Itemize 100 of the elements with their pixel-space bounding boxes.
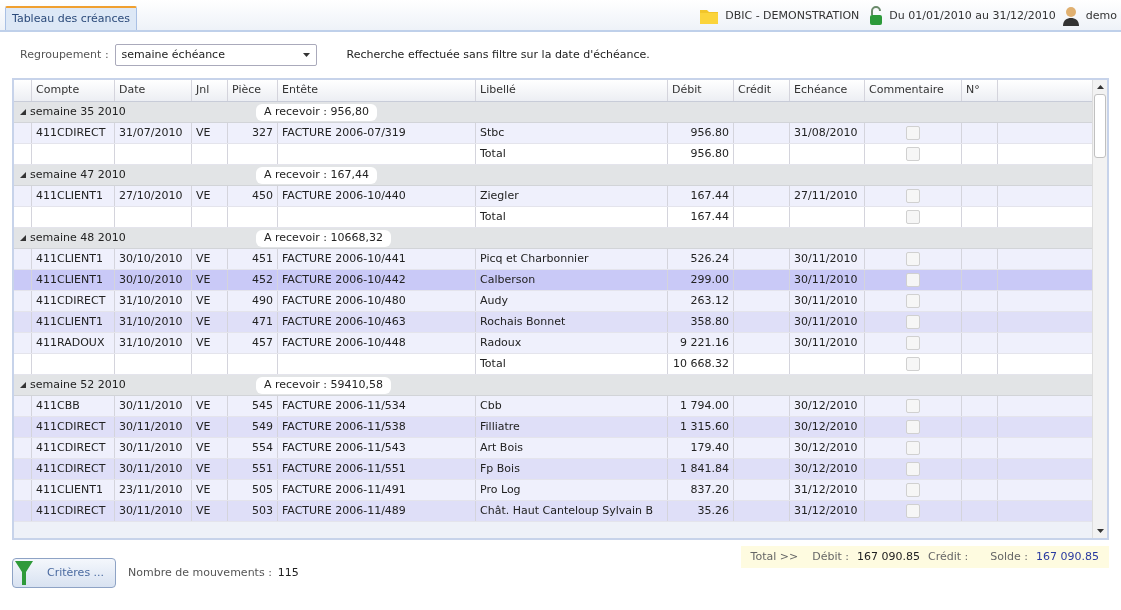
header-cell-text: FACTURE 2006-11/543 xyxy=(282,439,406,456)
date-cell-text: 31/10/2010 xyxy=(119,334,183,351)
label-cell-text: Pro Log xyxy=(480,481,521,498)
debit-cell-text: 179.40 xyxy=(690,439,729,456)
movement-count-label: Nombre de mouvements : xyxy=(128,564,272,581)
column-header[interactable]: Jnl xyxy=(192,80,228,101)
due-date-cell-text: 31/12/2010 xyxy=(794,502,858,519)
label-cell-text: Art Bois xyxy=(480,439,523,456)
table-row[interactable]: Total 10 668.32 xyxy=(14,354,1092,375)
column-header[interactable]: Entête xyxy=(278,80,476,101)
column-header[interactable]: Débit xyxy=(668,80,734,101)
group-row[interactable]: semaine 52 2010 A recevoir : 59410,58 xyxy=(14,375,1092,396)
total-label: Total xyxy=(480,145,506,162)
account-cell-text: 411CLIENT1 xyxy=(36,271,103,288)
table-row[interactable]: 411CLIENT1 31/10/2010 VE 471 FACTURE 2006-10/463 Rochais Bonnet 358.80 30/11/2010 xyxy=(14,312,1092,333)
table-row[interactable]: 411CLIENT1 23/11/2010 VE 505 FACTURE 2006-11/491 Pro Log 837.20 31/12/2010 xyxy=(14,480,1092,501)
document-number-cell-text: 471 xyxy=(252,313,273,330)
column-header[interactable]: Commentaire xyxy=(865,80,962,101)
group-row[interactable]: semaine 35 2010 A recevoir : 956,80 xyxy=(14,102,1092,123)
column-header[interactable]: Crédit xyxy=(734,80,790,101)
journal-cell-text: VE xyxy=(196,334,211,351)
account-cell-text: 411CLIENT1 xyxy=(36,313,103,330)
journal-cell-text: VE xyxy=(196,124,211,141)
table-row[interactable]: 411CDIRECT 30/11/2010 VE 554 FACTURE 2006-11/543 Art Bois 179.40 30/12/2010 xyxy=(14,438,1092,459)
debit-cell-text: 10 668.32 xyxy=(673,355,729,372)
account-cell-text: 411CDIRECT xyxy=(36,460,106,477)
document-number-cell-text: 452 xyxy=(252,271,273,288)
tab[interactable]: Tableau des créances xyxy=(5,6,137,30)
document-number-cell-text: 457 xyxy=(252,334,273,351)
group-label: semaine 35 2010 xyxy=(30,103,127,120)
movement-count: 115 xyxy=(277,564,299,581)
table-row[interactable]: Total 956.80 xyxy=(14,144,1092,165)
label-cell-text: Fp Bois xyxy=(480,460,520,477)
label-cell-text: Cbb xyxy=(480,397,502,414)
column-header[interactable]: Echéance xyxy=(790,80,865,101)
total-label: Total xyxy=(480,208,506,225)
total-label: Total xyxy=(480,355,506,372)
label-cell-text: Ziegler xyxy=(480,187,519,204)
due-date-cell-text: 31/08/2010 xyxy=(794,124,858,141)
account-cell-text: 411CLIENT1 xyxy=(36,481,103,498)
journal-cell-text: VE xyxy=(196,418,211,435)
debit-cell-text: 1 794.00 xyxy=(680,397,729,414)
group-row[interactable]: semaine 47 2010 A recevoir : 167,44 xyxy=(14,165,1092,186)
date-cell-text: 30/11/2010 xyxy=(119,439,183,456)
criteria-button[interactable]: Critères ... xyxy=(12,558,116,588)
due-date-cell-text: 30/12/2010 xyxy=(794,418,858,435)
journal-cell-text: VE xyxy=(196,502,211,519)
due-date-cell-text: 30/12/2010 xyxy=(794,439,858,456)
grouping-label: Regroupement : xyxy=(20,46,109,63)
date-cell-text: 31/10/2010 xyxy=(119,313,183,330)
column-header[interactable]: Compte xyxy=(32,80,115,101)
header-cell-text: FACTURE 2006-10/448 xyxy=(282,334,406,351)
header-cell-text: FACTURE 2006-11/489 xyxy=(282,502,406,519)
period-text: Du 01/01/2010 au 31/12/2010 xyxy=(889,7,1056,24)
table-row[interactable]: 411CDIRECT 30/11/2010 VE 551 FACTURE 2006-11/551 Fp Bois 1 841.84 30/12/2010 xyxy=(14,459,1092,480)
column-header[interactable]: N° xyxy=(962,80,998,101)
due-date-cell-text: 30/11/2010 xyxy=(794,250,858,267)
column-header[interactable]: Pièce xyxy=(228,80,278,101)
table-row[interactable]: 411CDIRECT 30/11/2010 VE 503 FACTURE 2006-11/489 Chât. Haut Canteloup Sylvain B 35.26 31/12/2010 xyxy=(14,501,1092,522)
date-cell-text: 30/11/2010 xyxy=(119,418,183,435)
table-row[interactable]: 411CLIENT1 30/10/2010 VE 452 FACTURE 2006-10/442 Calberson 299.00 30/11/2010 xyxy=(14,270,1092,291)
table-row[interactable]: 411CBB 30/11/2010 VE 545 FACTURE 2006-11/534 Cbb 1 794.00 30/12/2010 xyxy=(14,396,1092,417)
table-row[interactable]: 411RADOUX 31/10/2010 VE 457 FACTURE 2006-10/448 Radoux 9 221.16 30/11/2010 xyxy=(14,333,1092,354)
debit-cell-text: 358.80 xyxy=(690,313,729,330)
table-row[interactable]: 411CLIENT1 30/10/2010 VE 451 FACTURE 2006-10/441 Picq et Charbonnier 526.24 30/11/2010 xyxy=(14,249,1092,270)
grouping-dropdown[interactable]: semaine échéance xyxy=(114,44,317,66)
debit-cell-text: 9 221.16 xyxy=(680,334,729,351)
header-cell-text: FACTURE 2006-07/319 xyxy=(282,124,406,141)
group-summary: A recevoir : 10668,32 xyxy=(256,229,391,247)
company-name: DBIC - DEMONSTRATION xyxy=(725,7,860,24)
journal-cell-text: VE xyxy=(196,460,211,477)
column-header[interactable]: Date xyxy=(115,80,192,101)
table-row[interactable]: 411CDIRECT 30/11/2010 VE 549 FACTURE 2006-11/538 Filliatre 1 315.60 30/12/2010 xyxy=(14,417,1092,438)
document-number-cell-text: 505 xyxy=(252,481,273,498)
debit-cell-text: 956.80 xyxy=(690,145,729,162)
header-cell-text: FACTURE 2006-10/440 xyxy=(282,187,406,204)
label-cell-text: Radoux xyxy=(480,334,522,351)
group-summary: A recevoir : 59410,58 xyxy=(256,376,391,394)
table-row[interactable]: Total 167.44 xyxy=(14,207,1092,228)
debit-cell-text: 167.44 xyxy=(690,187,729,204)
header-cell-text: FACTURE 2006-11/491 xyxy=(282,481,406,498)
group-summary: A recevoir : 167,44 xyxy=(256,166,377,184)
journal-cell-text: VE xyxy=(196,271,211,288)
journal-cell-text: VE xyxy=(196,397,211,414)
column-header[interactable]: Libellé xyxy=(476,80,668,101)
account-cell-text: 411CDIRECT xyxy=(36,292,106,309)
header-cell-text: FACTURE 2006-11/538 xyxy=(282,418,406,435)
group-label: semaine 52 2010 xyxy=(30,376,127,393)
date-cell-text: 27/10/2010 xyxy=(119,187,183,204)
label-cell-text: Audy xyxy=(480,292,508,309)
table-row[interactable]: 411CDIRECT 31/07/2010 VE 327 FACTURE 2006-07/319 Stbc 956.80 31/08/2010 xyxy=(14,123,1092,144)
document-number-cell-text: 327 xyxy=(252,124,273,141)
group-row[interactable]: semaine 48 2010 A recevoir : 10668,32 xyxy=(14,228,1092,249)
group-summary: A recevoir : 956,80 xyxy=(256,103,377,121)
table-row[interactable]: 411CDIRECT 31/10/2010 VE 490 FACTURE 2006-10/480 Audy 263.12 30/11/2010 xyxy=(14,291,1092,312)
journal-cell-text: VE xyxy=(196,250,211,267)
due-date-cell-text: 30/12/2010 xyxy=(794,460,858,477)
table-row[interactable]: 411CLIENT1 27/10/2010 VE 450 FACTURE 2006-10/440 Ziegler 167.44 27/11/2010 xyxy=(14,186,1092,207)
header-cell-text: FACTURE 2006-11/551 xyxy=(282,460,406,477)
label-cell-text: Rochais Bonnet xyxy=(480,313,566,330)
